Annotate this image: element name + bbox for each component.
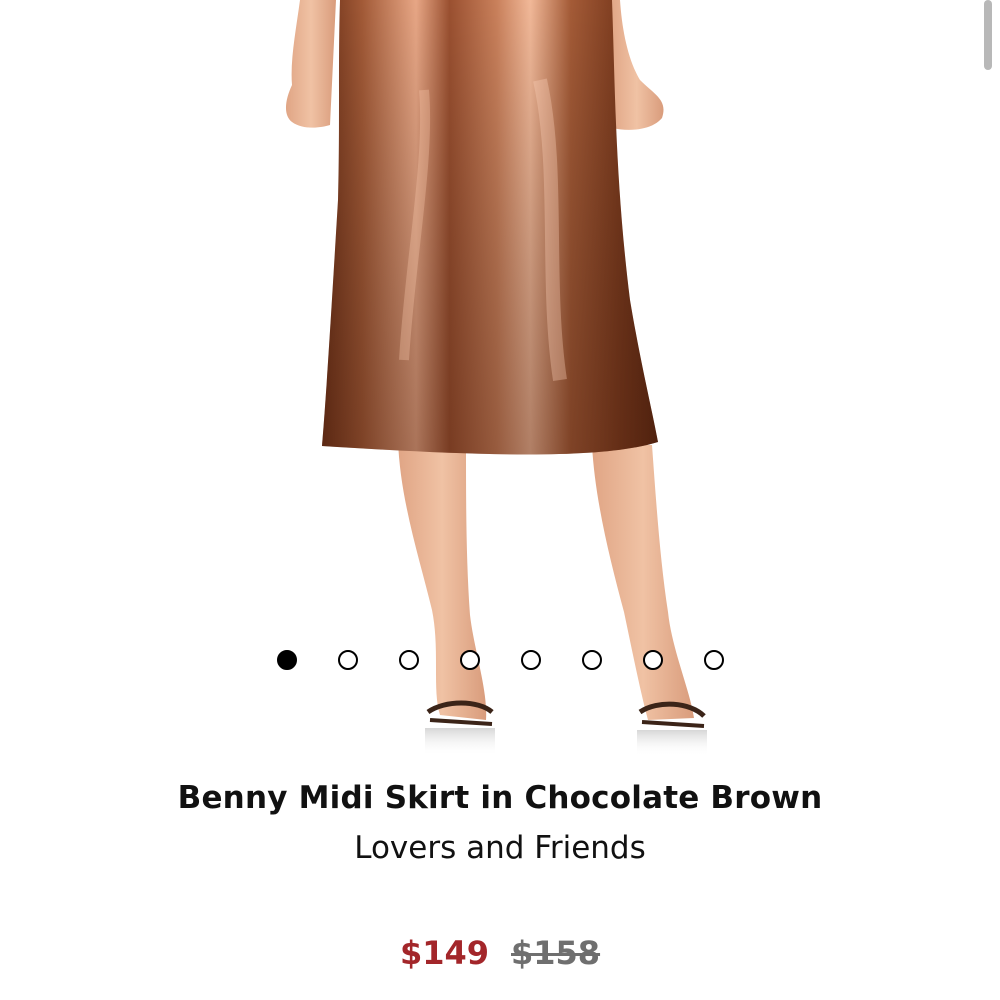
- original-price: $158: [511, 934, 601, 972]
- sale-price: $149: [399, 934, 489, 972]
- carousel-dot-8[interactable]: [703, 650, 724, 670]
- carousel-dot-6[interactable]: [581, 650, 602, 670]
- carousel-dot-3[interactable]: [398, 650, 419, 670]
- product-page: Benny Midi Skirt in Chocolate Brown Love…: [0, 0, 1000, 1000]
- carousel-dot-7[interactable]: [642, 650, 663, 670]
- carousel-dot-4[interactable]: [459, 650, 480, 670]
- product-title: Benny Midi Skirt in Chocolate Brown: [177, 780, 823, 816]
- scrollbar[interactable]: [984, 0, 992, 70]
- carousel-dot-1[interactable]: [276, 650, 297, 670]
- skirt-photo-illustration: [285, 0, 707, 756]
- product-image[interactable]: [0, 0, 1000, 760]
- carousel-dot-2[interactable]: [337, 650, 358, 670]
- product-brand[interactable]: Lovers and Friends: [0, 830, 1000, 866]
- carousel-dot-5[interactable]: [520, 650, 541, 670]
- price-row: $149 $158: [0, 934, 1000, 972]
- carousel-dots: [0, 650, 1000, 674]
